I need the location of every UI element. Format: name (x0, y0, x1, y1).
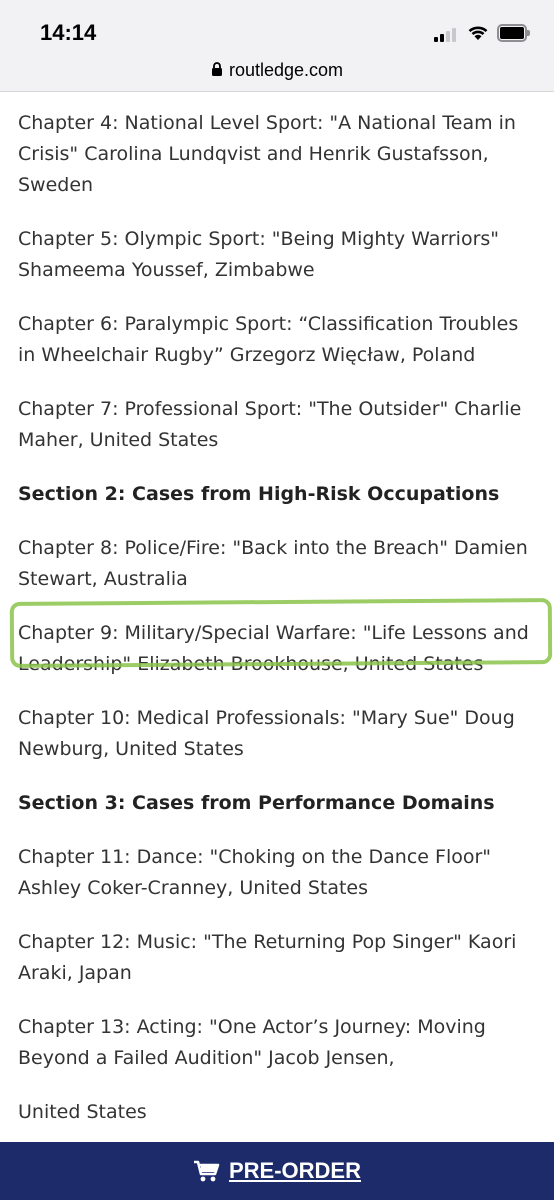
chapter-5: Chapter 5: Olympic Sport: "Being Mighty … (18, 228, 500, 281)
preorder-button[interactable]: PRE-ORDER (193, 1158, 361, 1184)
cart-icon (193, 1160, 220, 1182)
chapter-6: Chapter 6: Paralympic Sport: “Classifica… (18, 313, 519, 366)
preorder-label: PRE-ORDER (228, 1158, 361, 1183)
url-text: routledge.com (228, 60, 344, 80)
preorder-bar: PRE-ORDER (0, 1142, 554, 1200)
chapter-12: Chapter 12: Music: "The Returning Pop Si… (18, 931, 517, 984)
section-3-heading: Section 3: Cases from Performance Domain… (18, 792, 495, 814)
browser-chrome: 14:14 routledge.com (0, 0, 554, 92)
wifi-icon (468, 26, 488, 40)
chapter-8: Chapter 8: Police/Fire: "Back into the B… (18, 537, 528, 590)
highlight-annotation (9, 598, 553, 668)
chapter-13-continued: United States (18, 1101, 147, 1123)
chapter-13: Chapter 13: Acting: "One Actor’s Journey… (18, 1016, 486, 1069)
screen: 14:14 routledge.com Chapter 4: National … (0, 0, 554, 1200)
chapter-10: Chapter 10: Medical Professionals: "Mary… (18, 707, 515, 760)
section-2-heading: Section 2: Cases from High-Risk Occupati… (18, 483, 500, 505)
lock-icon (211, 62, 222, 76)
address-bar[interactable]: routledge.com (0, 60, 554, 81)
battery-icon (497, 24, 530, 42)
status-time: 14:14 (40, 20, 97, 45)
chapter-11: Chapter 11: Dance: "Choking on the Dance… (18, 846, 492, 899)
chapter-4: Chapter 4: National Level Sport: "A Nati… (18, 112, 516, 196)
chapter-7: Chapter 7: Professional Sport: "The Outs… (18, 398, 522, 451)
cellular-signal-icon (434, 26, 458, 42)
